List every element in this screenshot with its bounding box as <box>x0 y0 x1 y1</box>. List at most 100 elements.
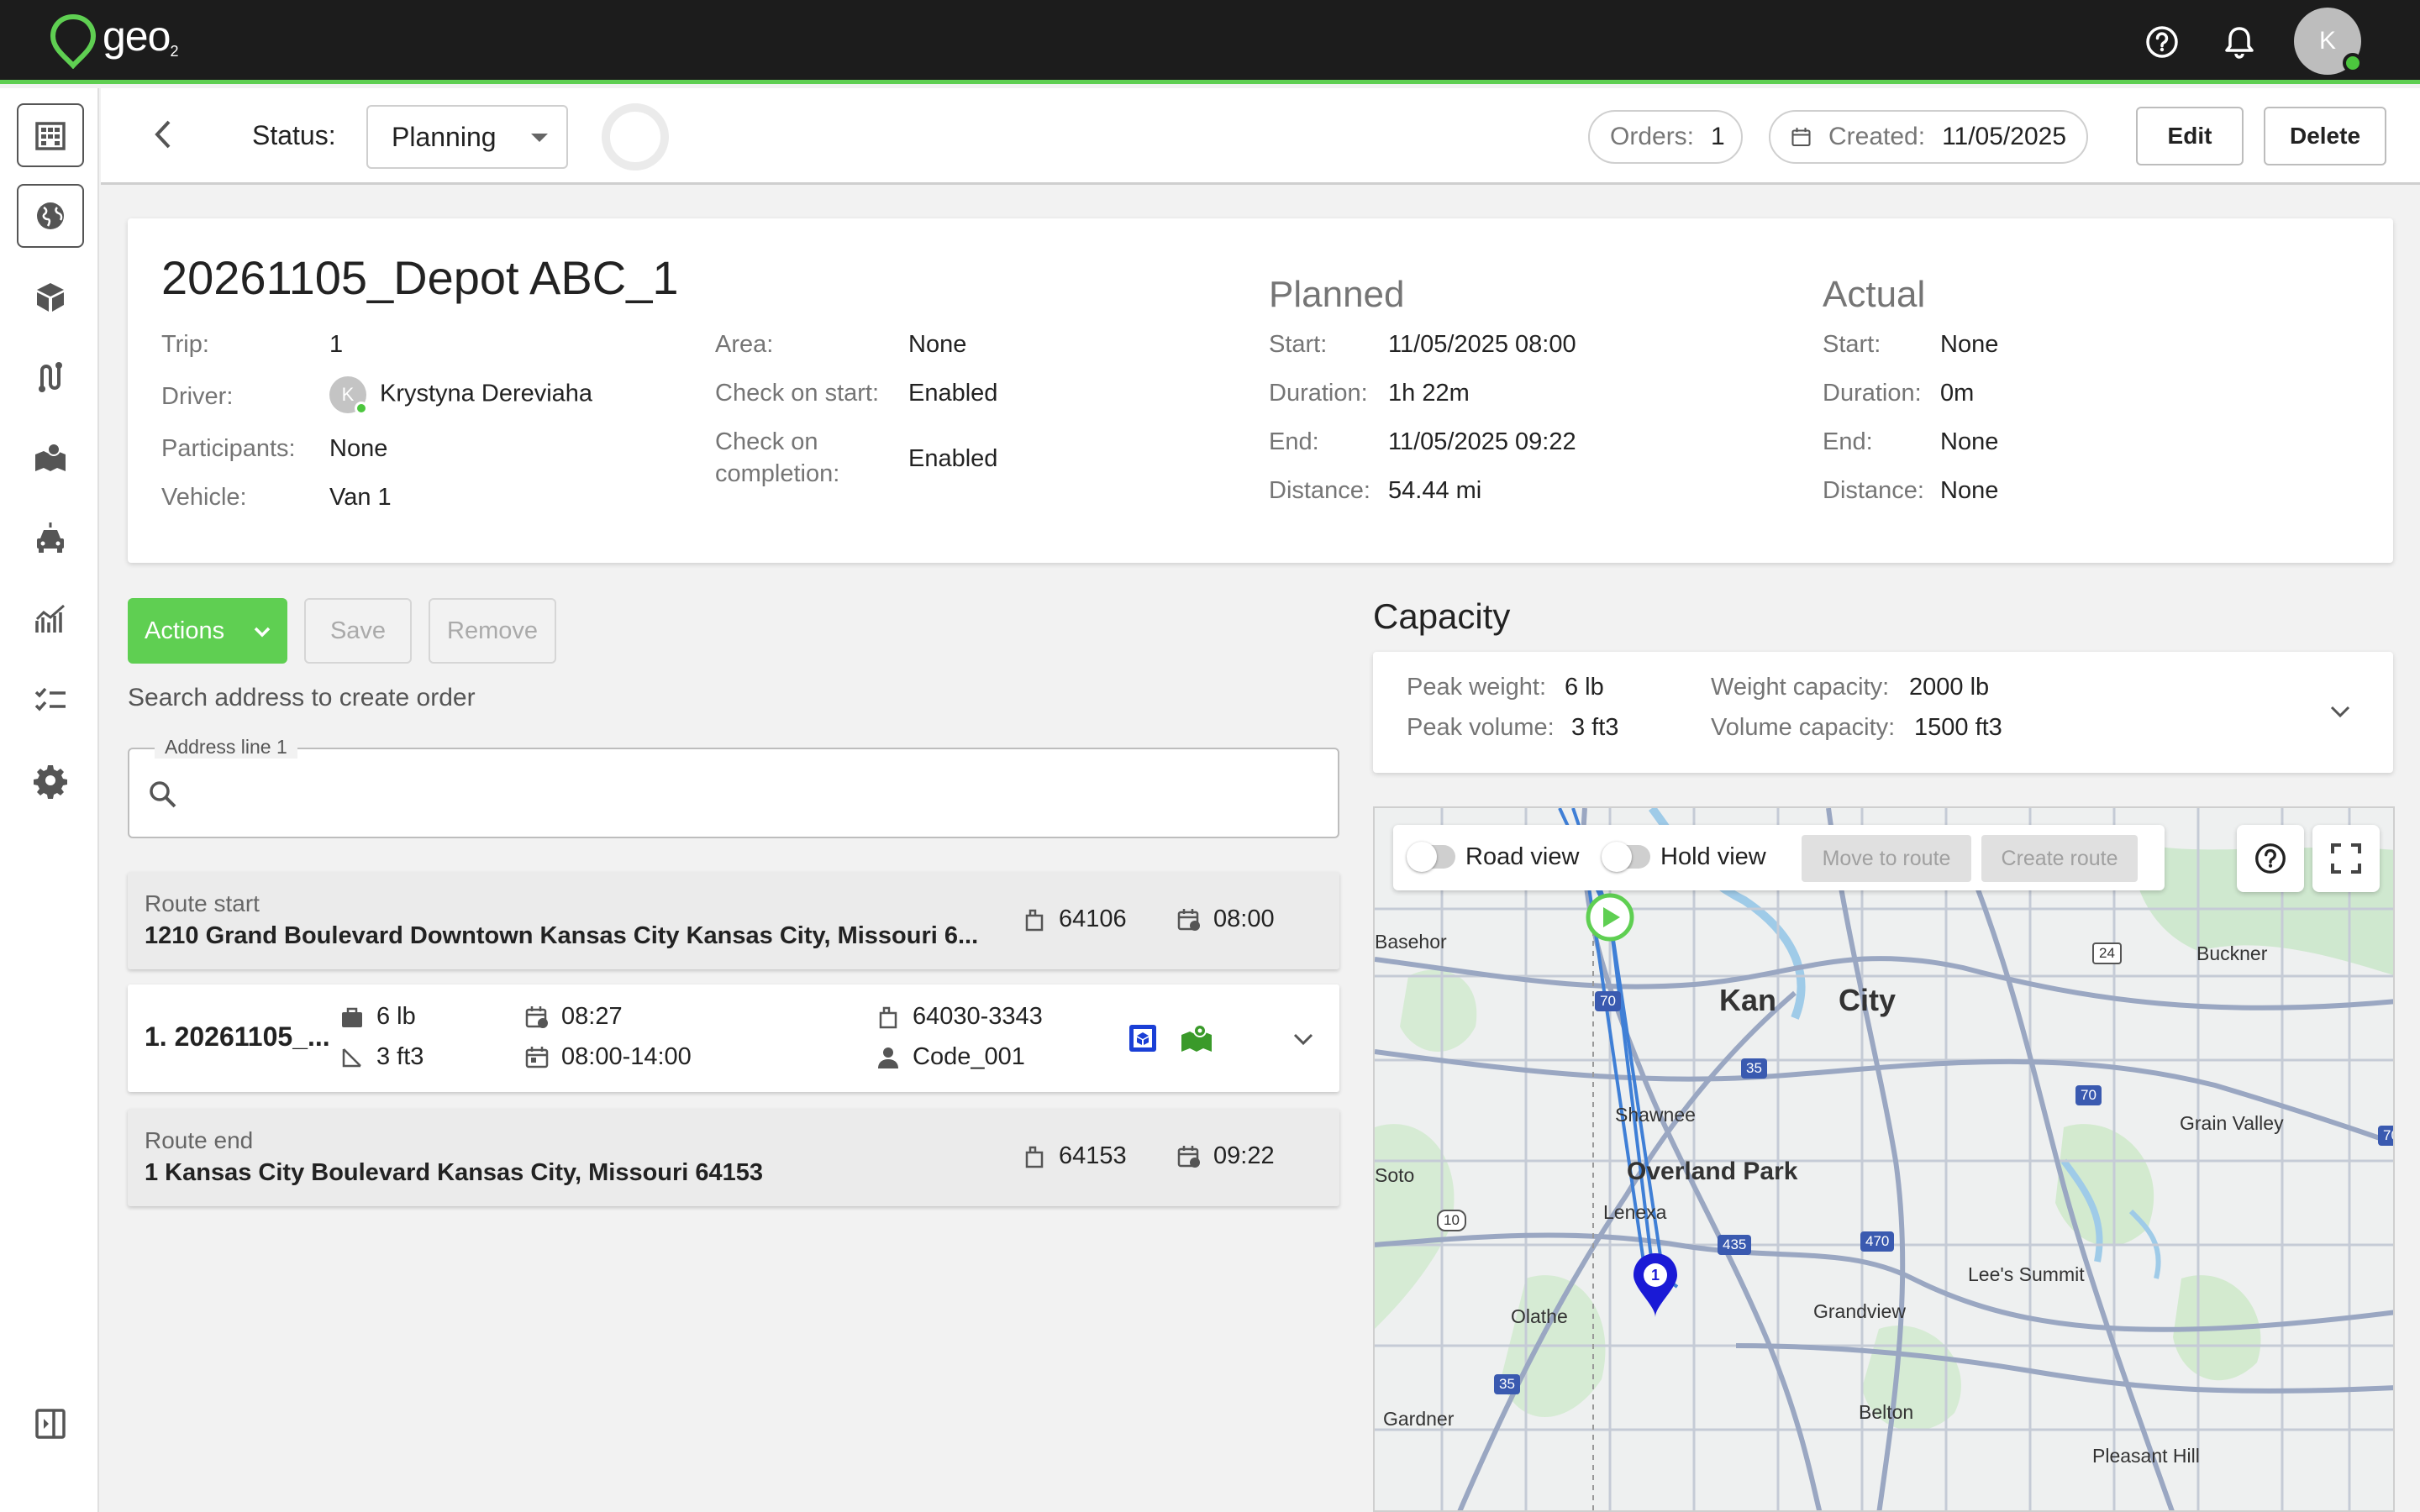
delete-button[interactable]: Delete <box>2264 107 2386 165</box>
weight-capacity-label: Weight capacity: <box>1711 674 1890 701</box>
edit-button[interactable]: Edit <box>2136 107 2244 165</box>
map-place-label: Belton <box>1859 1401 1914 1423</box>
loading-spinner <box>602 103 669 171</box>
sidebar-item-tasks[interactable] <box>17 668 84 732</box>
delivery-box-icon[interactable] <box>1126 1021 1160 1055</box>
orders-count-pill: Orders: 1 <box>1588 110 1743 164</box>
sidebar-item-orders[interactable] <box>17 265 84 328</box>
planned-title: Planned <box>1269 274 1405 315</box>
save-button[interactable]: Save <box>304 598 412 664</box>
collapse-sidebar-icon <box>35 1409 66 1439</box>
peak-volume-value: 3 ft3 <box>1571 714 1619 741</box>
hold-view-toggle[interactable] <box>1602 842 1650 872</box>
sidebar-item-global[interactable] <box>17 184 84 248</box>
map-place-label: Kan <box>1719 983 1777 1017</box>
destination-marker-number[interactable]: 1 <box>1646 1267 1665 1284</box>
online-status-dot <box>2343 53 2363 73</box>
highway-shield: 10 <box>1437 1210 1466 1231</box>
map-place-label: Soto <box>1375 1164 1415 1186</box>
route-start-time: 08:00 <box>1176 906 1275 933</box>
calendar-clock-icon <box>1177 1145 1200 1168</box>
remove-button[interactable]: Remove <box>429 598 556 664</box>
planned-end-label: End: <box>1269 428 1319 455</box>
route-start-time-value: 08:00 <box>1213 906 1275 932</box>
order-code-value: Code_001 <box>913 1043 1025 1070</box>
vehicle-value: Van 1 <box>329 484 392 511</box>
order-code: Code_001 <box>876 1043 1025 1071</box>
area-value: None <box>908 331 967 358</box>
highway-shield: 435 <box>1718 1235 1752 1255</box>
analytics-icon <box>35 604 65 633</box>
sidebar-item-map[interactable] <box>17 426 84 490</box>
actions-dropdown-button[interactable]: Actions <box>128 598 287 664</box>
map-help-button[interactable] <box>2237 825 2304 892</box>
expand-chevron-icon[interactable] <box>2328 699 2353 724</box>
bell-icon[interactable] <box>2220 23 2259 61</box>
created-label: Created: <box>1828 123 1926 150</box>
capacity-card[interactable]: Peak weight: 6 lb Peak volume: 3 ft3 Wei… <box>1373 652 2393 773</box>
road-view-toggle[interactable] <box>1407 842 1455 872</box>
address-field[interactable]: Address line 1 <box>128 736 1339 838</box>
planned-duration-label: Duration: <box>1269 380 1368 407</box>
sidebar-item-analytics[interactable] <box>17 587 84 651</box>
route-end-row[interactable]: Route end 1 Kansas City Boulevard Kansas… <box>128 1109 1339 1206</box>
sidebar-item-settings[interactable] <box>17 748 84 812</box>
highway-shield: 70 <box>1595 991 1621 1011</box>
route-start-zip: 64106 <box>1022 906 1127 933</box>
volume-ruler-icon <box>342 1047 361 1067</box>
order-name: 1. 20261105_... <box>145 1021 330 1052</box>
calendar-clock-icon <box>525 1005 548 1028</box>
peak-volume-label: Peak volume: <box>1407 714 1555 741</box>
order-window-value: 08:00-14:00 <box>561 1043 692 1070</box>
actual-end-label: End: <box>1823 428 1873 455</box>
volume-capacity-label: Volume capacity: <box>1711 714 1896 741</box>
create-route-button[interactable]: Create route <box>1981 835 2138 882</box>
highway-shield: 70 <box>2378 1126 2393 1146</box>
expand-chevron-icon[interactable] <box>1291 1026 1316 1052</box>
globe-icon <box>37 202 64 229</box>
created-value: 11/05/2025 <box>1942 123 2066 150</box>
order-row[interactable]: 1. 20261105_... 6 lb 3 ft3 08:27 08:00-1… <box>128 984 1339 1092</box>
order-eta-value: 08:27 <box>561 1003 623 1030</box>
order-weight: 6 lb <box>339 1003 416 1031</box>
help-icon[interactable] <box>2143 23 2181 61</box>
driver-value[interactable]: K Krystyna Dereviaha <box>329 376 592 415</box>
sidebar-item-dashboard[interactable] <box>17 103 84 167</box>
sidebar-item-routes[interactable] <box>17 345 84 409</box>
route-map[interactable]: 1 70 35 70 70 435 470 35 24 10 Basehor K… <box>1373 806 2395 1512</box>
map-place-label: Lee's Summit <box>1968 1263 2085 1285</box>
route-start-row[interactable]: Route start 1210 Grand Boulevard Downtow… <box>128 872 1339 969</box>
back-arrow-icon[interactable] <box>143 113 185 155</box>
planned-distance-value: 54.44 mi <box>1388 477 1482 504</box>
status-value: Planning <box>392 121 497 152</box>
order-weight-value: 6 lb <box>376 1003 416 1030</box>
map-place-label: City <box>1839 983 1897 1017</box>
map-icon <box>35 443 66 471</box>
logo-text: geo <box>103 13 171 60</box>
top-bar: geo 2 K <box>0 0 2420 84</box>
app-logo[interactable]: geo 2 <box>49 12 178 69</box>
trip-toolbar: Status: Planning Orders: 1 Created: 11/0… <box>101 88 2420 185</box>
check-completion-label-line2: completion: <box>715 460 840 487</box>
address-input[interactable] <box>197 766 1314 822</box>
help-icon <box>2255 843 2286 874</box>
planned-distance-label: Distance: <box>1269 477 1370 504</box>
move-to-route-button[interactable]: Move to route <box>1802 835 1971 882</box>
route-start-address: 1210 Grand Boulevard Downtown Kansas Cit… <box>145 922 979 949</box>
chevron-down-icon <box>531 134 548 142</box>
hold-view-label: Hold view <box>1660 843 1766 870</box>
status-select[interactable]: Planning <box>366 105 568 169</box>
search-address-hint: Search address to create order <box>128 684 476 711</box>
user-avatar[interactable]: K <box>2294 8 2363 75</box>
map-location-icon[interactable] <box>1180 1021 1213 1055</box>
fullscreen-icon <box>2331 843 2361 874</box>
zip-code-icon <box>1025 1146 1044 1168</box>
map-place-label: Buckner <box>2196 942 2268 964</box>
route-end-time: 09:22 <box>1176 1142 1275 1170</box>
collapse-sidebar-button[interactable] <box>17 1392 84 1456</box>
actions-label: Actions <box>145 617 225 644</box>
driver-label: Driver: <box>161 383 234 410</box>
map-fullscreen-button[interactable] <box>2312 825 2380 892</box>
highway-shield: 470 <box>1860 1231 1895 1252</box>
sidebar-item-vehicles[interactable] <box>17 507 84 570</box>
